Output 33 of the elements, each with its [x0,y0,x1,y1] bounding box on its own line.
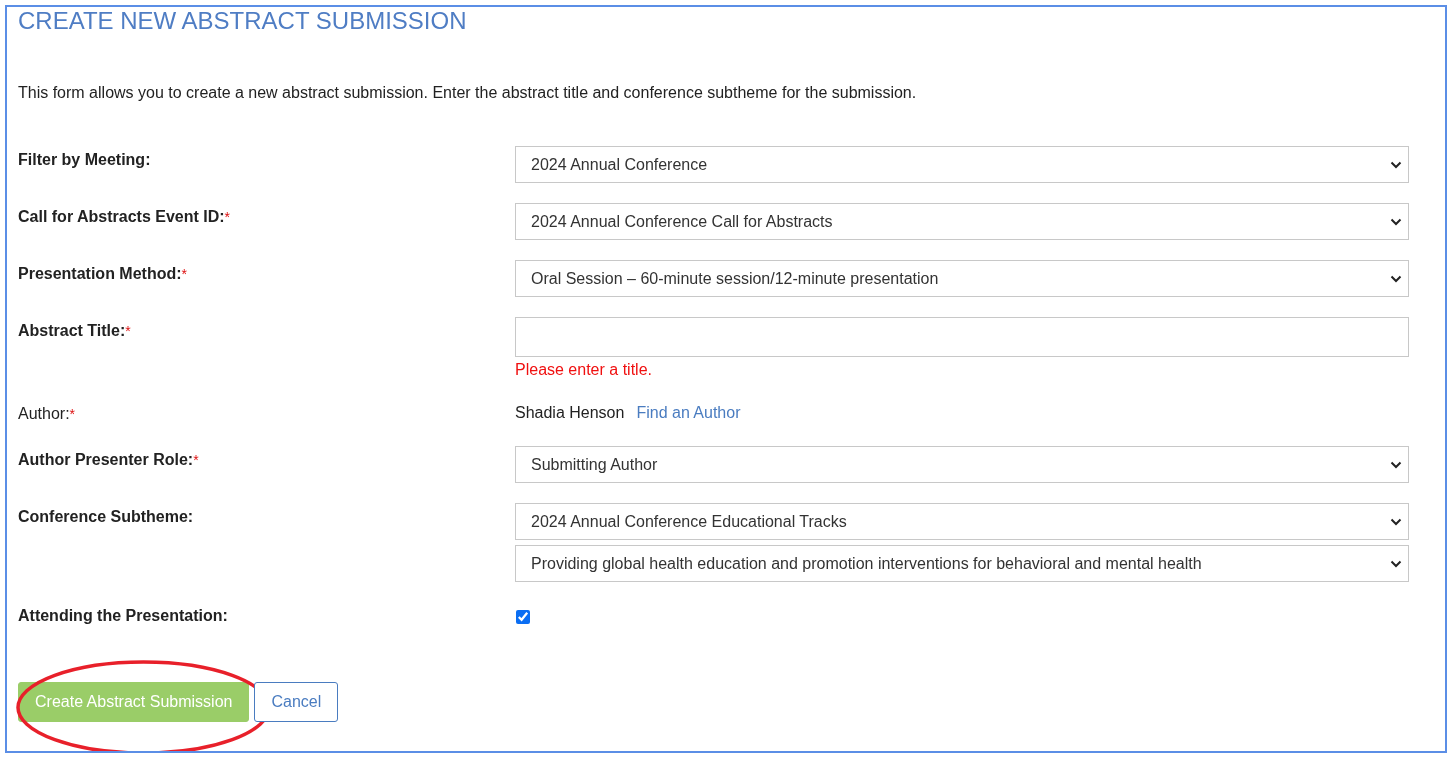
dropdown[interactable]: Providing global health education and promotion interventions for behavioral and mental health [515,545,1409,582]
chevron-icon [1390,559,1402,568]
title-input-field[interactable] [515,317,1409,357]
form-button[interactable]: Cancel [254,682,339,722]
required-asterisk: * [125,323,131,339]
error-message: Please enter a title. [515,360,653,380]
field-label: Author Presenter Role: [18,451,194,468]
author-name: Shadia Henson [515,403,625,423]
field-label: Conference Subtheme: [18,508,194,525]
required-asterisk: * [69,406,76,422]
chevron-icon [1390,460,1402,469]
attending-checkbox[interactable] [516,610,530,624]
field-label: Presentation Method: [18,265,182,282]
chevron-icon [1390,517,1402,526]
dropdown[interactable]: 2024 Annual Conference [515,146,1409,183]
dropdown[interactable]: 2024 Annual Conference Educational Tracks [515,503,1409,540]
page-title: CREATE NEW ABSTRACT SUBMISSION [18,7,468,35]
dropdown[interactable]: Oral Session – 60-minute session/12-minute presentation [515,260,1409,297]
chevron-icon [1390,160,1402,169]
field-label: Author: [18,405,70,422]
dropdown[interactable]: Submitting Author [515,446,1409,483]
field-label: Abstract Title: [18,322,126,339]
chevron-icon [1390,274,1402,283]
required-asterisk: * [224,209,230,225]
field-label: Call for Abstracts Event ID: [18,208,225,225]
field-label: Attending the Presentation: [18,607,228,624]
required-asterisk: * [193,452,199,468]
chevron-icon [1390,217,1402,226]
required-asterisk: * [181,266,187,282]
field-label: Filter by Meeting: [18,151,151,168]
form-description: This form allows you to create a new abstract submission. Enter the abstract title and conference subtheme for the submission. [18,83,918,103]
dropdown[interactable]: 2024 Annual Conference Call for Abstracts [515,203,1409,240]
find-author-link[interactable]: Find an Author [636,403,741,423]
